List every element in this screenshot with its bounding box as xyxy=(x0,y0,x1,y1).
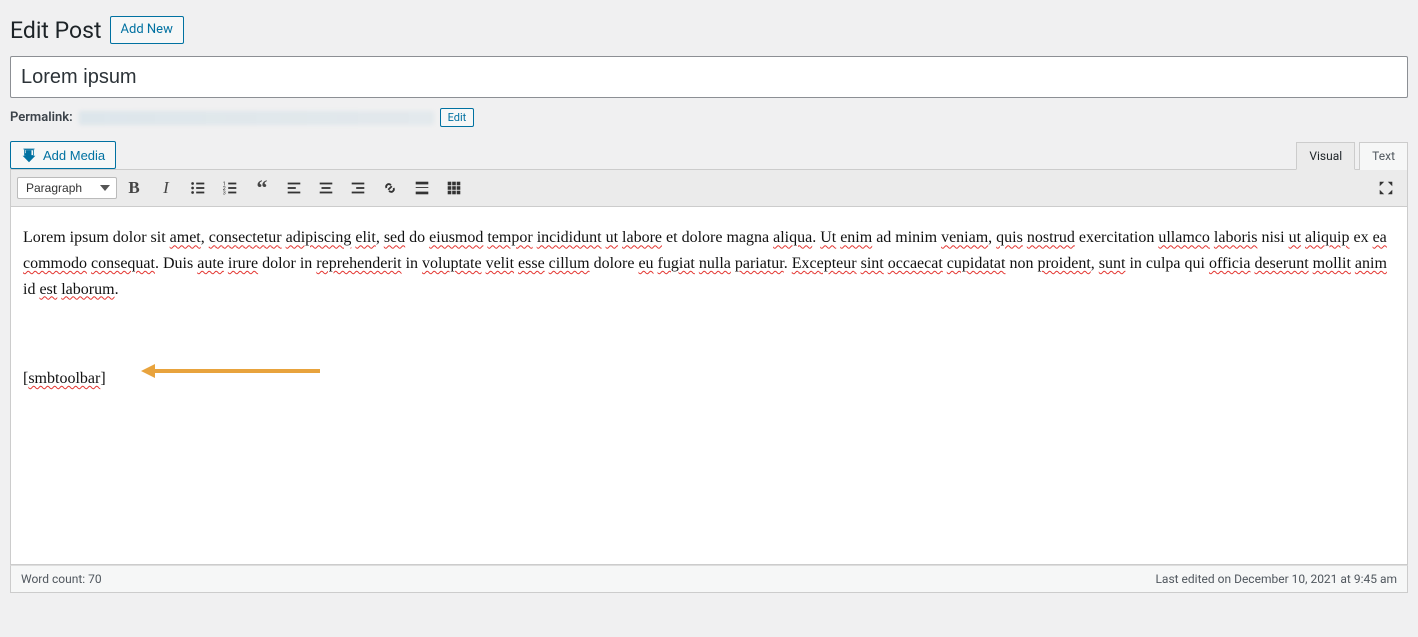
annotation-arrow xyxy=(141,364,320,378)
numbered-list-button[interactable]: 123 xyxy=(215,173,245,203)
editor-topbar: Add Media Visual Text xyxy=(10,141,1408,169)
post-title-input[interactable] xyxy=(10,56,1408,98)
link-button[interactable] xyxy=(375,173,405,203)
blockquote-button[interactable]: “ xyxy=(247,173,277,203)
media-icon xyxy=(21,147,37,163)
align-left-button[interactable] xyxy=(279,173,309,203)
page-title: Edit Post xyxy=(10,17,102,44)
toolbar-toggle-button[interactable] xyxy=(439,173,469,203)
bold-button[interactable]: B xyxy=(119,173,149,203)
bullet-list-button[interactable] xyxy=(183,173,213,203)
add-media-button[interactable]: Add Media xyxy=(10,141,116,169)
tab-visual[interactable]: Visual xyxy=(1296,142,1355,170)
add-media-label: Add Media xyxy=(43,148,105,163)
word-count: Word count: 70 xyxy=(21,572,102,586)
page-header: Edit Post Add New xyxy=(10,8,1408,44)
edit-permalink-button[interactable]: Edit xyxy=(440,108,475,127)
format-select[interactable]: Paragraph xyxy=(17,177,117,199)
align-center-button[interactable] xyxy=(311,173,341,203)
italic-button[interactable]: I xyxy=(151,173,181,203)
permalink-row: Permalink: Edit xyxy=(10,108,1408,127)
content-paragraph[interactable]: Lorem ipsum dolor sit amet, consectetur … xyxy=(23,225,1395,302)
add-new-button[interactable]: Add New xyxy=(110,16,184,44)
read-more-button[interactable] xyxy=(407,173,437,203)
editor-toolbar: Paragraph B I 123 “ xyxy=(10,169,1408,207)
align-right-button[interactable] xyxy=(343,173,373,203)
fullscreen-button[interactable] xyxy=(1371,173,1401,203)
permalink-label: Permalink: xyxy=(10,110,73,125)
tab-text[interactable]: Text xyxy=(1359,142,1408,170)
editor-status-bar: Word count: 70 Last edited on December 1… xyxy=(10,565,1408,593)
editor-mode-tabs: Visual Text xyxy=(1292,141,1408,169)
svg-text:3: 3 xyxy=(223,191,226,197)
editor-content[interactable]: Lorem ipsum dolor sit amet, consectetur … xyxy=(10,207,1408,565)
permalink-url-blurred xyxy=(79,111,434,125)
last-edited: Last edited on December 10, 2021 at 9:45… xyxy=(1155,572,1397,586)
